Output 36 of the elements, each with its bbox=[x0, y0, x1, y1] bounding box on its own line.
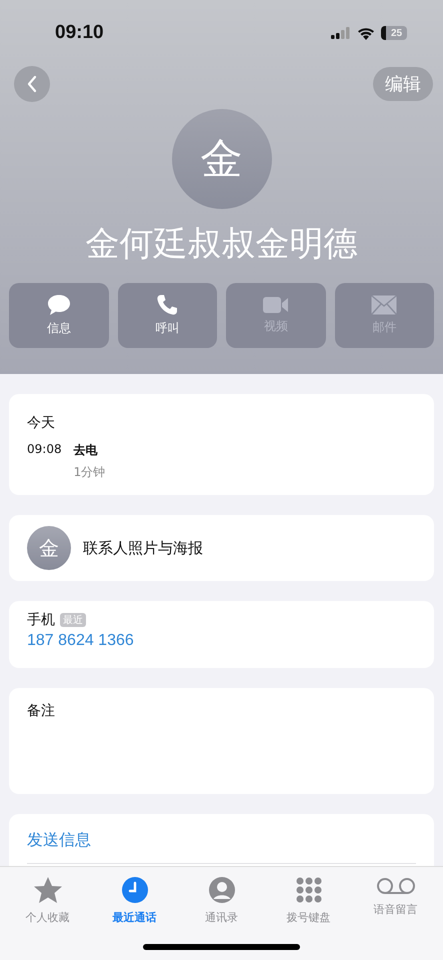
battery-icon: 25 bbox=[381, 26, 407, 40]
call-action-button[interactable]: 呼叫 bbox=[118, 283, 217, 348]
tab-item[interactable]: 个人收藏 bbox=[4, 867, 91, 960]
send-message-link[interactable]: 发送信息 bbox=[27, 828, 416, 864]
contact-name: 金何廷叔叔金明德 bbox=[86, 223, 358, 266]
tab-item[interactable]: 语音留言 bbox=[352, 867, 439, 960]
call-type: 去电 bbox=[74, 442, 99, 459]
tab-item[interactable]: 拨号键盘 bbox=[265, 867, 352, 960]
wifi-icon bbox=[357, 26, 375, 40]
phone-icon bbox=[156, 294, 178, 316]
status-time: 09:10 bbox=[55, 22, 104, 44]
signal-icon bbox=[331, 27, 351, 39]
notes-label: 备注 bbox=[27, 703, 55, 719]
video-camera-icon bbox=[262, 296, 289, 314]
person-icon bbox=[208, 876, 236, 904]
contact-avatar: 金 bbox=[27, 526, 71, 570]
recent-badge: 最近 bbox=[60, 613, 86, 627]
contact-avatar: 金 bbox=[172, 109, 272, 209]
envelope-icon bbox=[371, 295, 398, 315]
row-label: 联系人照片与海报 bbox=[83, 538, 203, 558]
contact-photo-row[interactable]: 金 联系人照片与海报 bbox=[9, 515, 434, 581]
message-action-button[interactable]: 信息 bbox=[9, 283, 108, 348]
phone-label: 手机 bbox=[27, 611, 55, 629]
chevron-left-icon bbox=[27, 75, 37, 93]
clock-icon bbox=[120, 876, 148, 904]
call-time: 09:08 bbox=[27, 442, 62, 458]
speech-bubble-icon bbox=[46, 294, 71, 316]
phone-number-link[interactable]: 187 8624 1366 bbox=[27, 632, 416, 650]
back-button[interactable] bbox=[14, 66, 50, 102]
call-duration: 1分钟 bbox=[74, 464, 106, 481]
star-icon bbox=[32, 876, 62, 904]
voicemail-icon bbox=[376, 876, 416, 896]
keypad-icon bbox=[294, 876, 322, 904]
tab-item[interactable]: 最近通话 bbox=[91, 867, 178, 960]
edit-button[interactable]: 编辑 bbox=[373, 67, 433, 101]
call-day: 今天 bbox=[27, 414, 416, 432]
